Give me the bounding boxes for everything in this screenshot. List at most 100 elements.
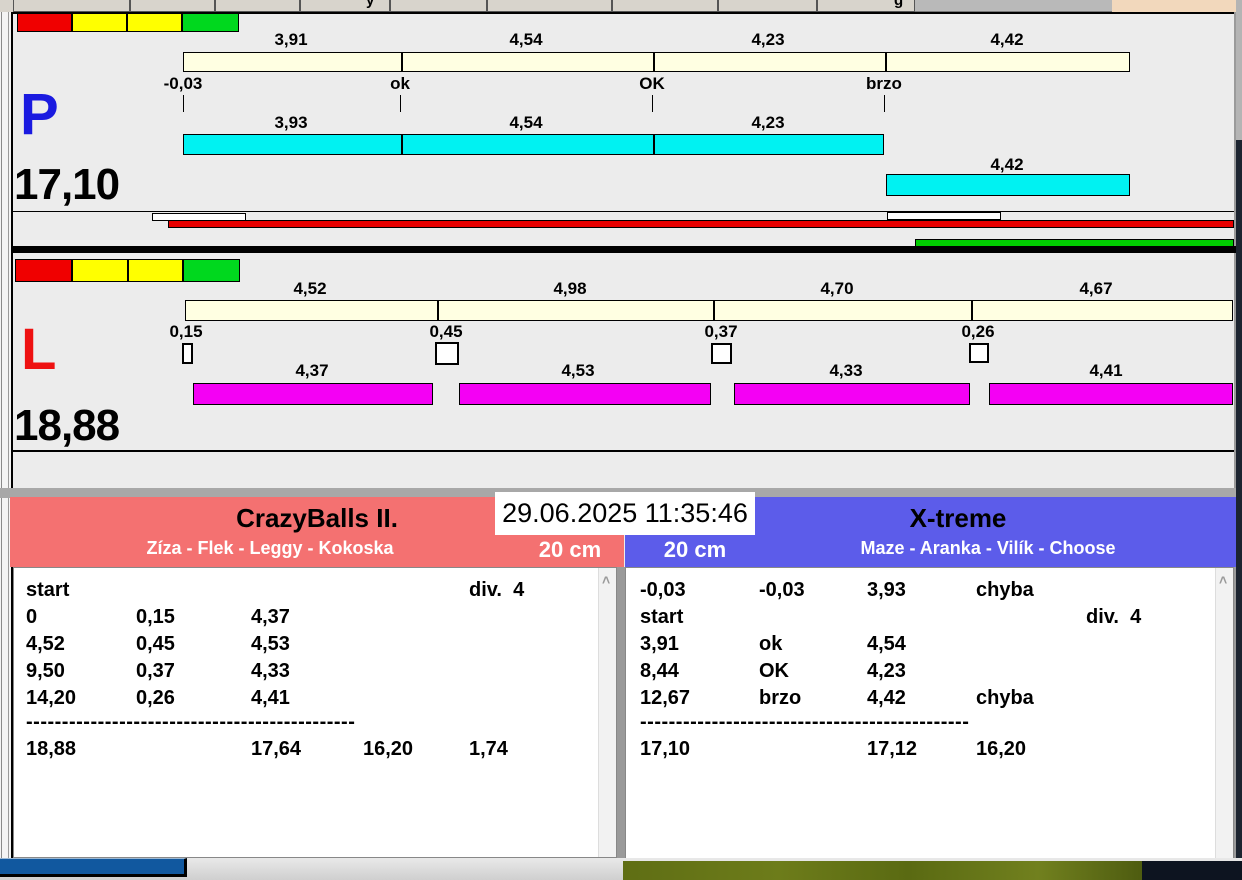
p-split-label-4: 4,42 <box>967 30 1047 50</box>
panel-right-border <box>1234 12 1236 858</box>
l-split-label-1: 4,52 <box>270 279 350 299</box>
p-run-bar-extra <box>886 174 1130 196</box>
status-square-green <box>183 259 240 282</box>
p-split-label-3: 4,23 <box>728 30 808 50</box>
l-run-bar-3 <box>734 383 970 405</box>
team-right-log-panel: -0,03 -0,03 3,93 chyba start div. 4 3,91… <box>625 567 1234 859</box>
log-total: 17,12 <box>867 738 917 761</box>
l-lane-total: 18,88 <box>14 401 119 451</box>
log-cell: 3,91 <box>640 633 679 656</box>
p-tick-mark <box>183 95 184 112</box>
l-run-bar-2 <box>459 383 711 405</box>
status-square-red <box>17 13 72 32</box>
log-cell: 4,52 <box>26 633 65 656</box>
l-tick-label-1: 0,15 <box>146 322 226 342</box>
log-total: 16,20 <box>363 738 413 761</box>
l-checkbox-2[interactable] <box>435 342 459 365</box>
scrollbar[interactable]: ˄ <box>598 568 616 857</box>
p-run-bar <box>183 134 884 155</box>
log-total: 1,74 <box>469 738 508 761</box>
right-window-edge-bottom <box>1236 140 1242 880</box>
log-cell: 12,67 <box>640 687 690 710</box>
team-right-name: X-treme <box>680 503 1236 534</box>
panel-gap <box>617 567 625 858</box>
p-run-label-2: 4,54 <box>486 113 566 133</box>
p-tick-mark <box>400 95 401 112</box>
toolbar-button[interactable] <box>13 0 130 12</box>
scrollbar[interactable]: ˄ <box>1215 568 1233 858</box>
log-cell: -0,03 <box>759 579 805 602</box>
status-square-yellow <box>128 259 183 282</box>
l-run-bar-1 <box>193 383 433 405</box>
team-right-height: 20 cm <box>640 537 750 563</box>
log-cell: 4,41 <box>251 687 290 710</box>
log-cell: chyba <box>976 579 1034 602</box>
toolbar-button[interactable] <box>130 0 215 12</box>
toolbar: y g <box>0 0 1242 12</box>
lane-p-panel: 3,91 4,54 4,23 4,42 -0,03 ok OK brzo 3,9… <box>13 14 1234 246</box>
toolbar-glyph: g <box>894 0 903 9</box>
log-header-div: div. 4 <box>1086 606 1141 629</box>
l-run-label-2: 4,53 <box>538 361 618 381</box>
l-checkbox-1[interactable] <box>182 343 193 364</box>
log-cell: ok <box>759 633 782 656</box>
l-split-label-3: 4,70 <box>797 279 877 299</box>
toolbar-button[interactable] <box>612 0 718 12</box>
right-window-edge-top <box>1236 0 1242 140</box>
l-checkbox-4[interactable] <box>969 343 989 363</box>
log-cell: brzo <box>759 687 801 710</box>
toolbar-button[interactable] <box>718 0 817 12</box>
log-cell: 4,54 <box>867 633 906 656</box>
left-window-edge <box>0 12 13 860</box>
app-window: y g 3,91 4,54 4,23 4,42 <box>0 0 1242 880</box>
p-run-label-3: 4,23 <box>728 113 808 133</box>
toolbar-button[interactable]: y <box>300 0 390 12</box>
p-progress-red <box>168 220 1234 228</box>
toolbar-button[interactable] <box>390 0 487 12</box>
p-lane-letter: P <box>20 86 59 144</box>
log-divider: ----------------------------------------… <box>26 711 355 734</box>
status-square-yellow <box>127 13 182 32</box>
p-progress-white-2 <box>887 212 1001 220</box>
video-feed-grass <box>623 861 1142 880</box>
log-total: 17,64 <box>251 738 301 761</box>
p-split-label-1: 3,91 <box>251 30 331 50</box>
toolbar-button[interactable]: g <box>817 0 915 12</box>
log-cell: -0,03 <box>640 579 686 602</box>
toolbar-filler <box>915 0 1112 12</box>
log-cell: 4,53 <box>251 633 290 656</box>
log-total: 16,20 <box>976 738 1026 761</box>
log-cell: 0,45 <box>136 633 175 656</box>
l-checkbox-3[interactable] <box>711 343 732 364</box>
p-tick-label-1: -0,03 <box>143 74 223 94</box>
scroll-up-icon[interactable]: ˄ <box>602 572 610 588</box>
log-cell: 8,44 <box>640 660 679 683</box>
l-tick-label-2: 0,45 <box>406 322 486 342</box>
log-header-start: start <box>26 579 69 602</box>
p-tick-label-4: brzo <box>844 74 924 94</box>
log-cell: 0 <box>26 606 37 629</box>
lane-divider <box>13 246 1236 253</box>
taskbar-blue-bar[interactable] <box>0 858 187 877</box>
l-tick-label-3: 0,37 <box>681 322 761 342</box>
team-left-members: Zíza - Flek - Leggy - Kokoska <box>10 538 530 559</box>
l-split-bar <box>185 300 1233 321</box>
scroll-up-icon[interactable]: ˄ <box>1219 572 1227 588</box>
l-lane-letter: L <box>21 321 56 379</box>
team-left-height: 20 cm <box>515 537 625 563</box>
toolbar-button[interactable] <box>487 0 612 12</box>
l-run-label-3: 4,33 <box>806 361 886 381</box>
spacer-strip <box>13 452 1234 488</box>
p-tick-label-3: OK <box>612 74 692 94</box>
status-square-red <box>15 259 72 282</box>
p-lane-total: 17,10 <box>14 160 119 210</box>
log-cell: 3,93 <box>867 579 906 602</box>
toolbar-button[interactable] <box>215 0 300 12</box>
p-tick-mark <box>884 95 885 112</box>
p-tick-mark <box>652 95 653 112</box>
log-cell: 4,42 <box>867 687 906 710</box>
l-tick-label-4: 0,26 <box>938 322 1018 342</box>
log-cell: 0,37 <box>136 660 175 683</box>
log-cell: 0,15 <box>136 606 175 629</box>
team-right-members: Maze - Aranka - Vilík - Choose <box>740 538 1236 559</box>
